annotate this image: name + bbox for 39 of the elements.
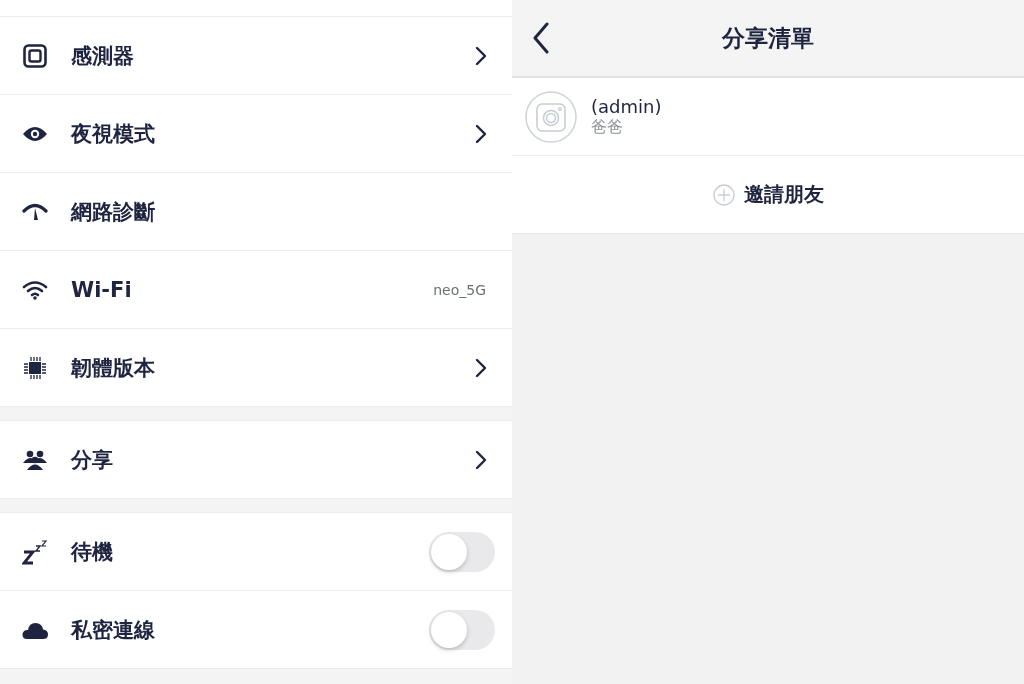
sleep-icon [22, 538, 48, 565]
settings-row[interactable]: 待機 [0, 513, 512, 591]
settings-row[interactable]: 韌體版本 [0, 329, 512, 407]
toggle-switch[interactable] [429, 531, 495, 572]
chevron-right-icon [475, 357, 487, 378]
row-label: 私密連線 [71, 616, 155, 644]
back-icon[interactable] [532, 22, 550, 54]
row-value: neo_5G [433, 281, 486, 298]
chevron-right-icon [475, 45, 487, 66]
settings-row[interactable]: Wi-Fi neo_5G [0, 251, 512, 329]
row-label: Wi-Fi [71, 277, 132, 302]
people-icon [22, 449, 48, 470]
member-name: (admin) [591, 95, 662, 117]
settings-row[interactable]: 夜視模式 [0, 95, 512, 173]
row-label: 分享 [71, 446, 113, 474]
toggle-switch[interactable] [429, 609, 495, 650]
row-label: 夜視模式 [71, 120, 155, 148]
square-icon [23, 43, 47, 68]
wifi-icon [22, 279, 48, 300]
plus-icon [712, 183, 735, 206]
row-label: 待機 [71, 538, 113, 566]
gauge-icon [22, 202, 48, 221]
invite-button[interactable]: 邀請朋友 [706, 177, 830, 212]
page-title: 分享清單 [722, 23, 814, 53]
settings-row[interactable]: 感測器 [0, 17, 512, 95]
chevron-right-icon [475, 449, 487, 470]
row-label: 網路診斷 [71, 198, 155, 226]
cloud-icon [22, 620, 48, 639]
chip-icon [22, 354, 48, 381]
settings-row[interactable]: 私密連線 [0, 591, 512, 669]
settings-row[interactable]: 分享 [0, 421, 512, 499]
member-nickname: 爸爸 [591, 116, 624, 138]
eye-icon [22, 125, 48, 142]
row-label: 韌體版本 [71, 354, 155, 382]
row-label: 感測器 [71, 42, 134, 70]
camera-avatar-icon [525, 90, 577, 143]
chevron-right-icon [475, 123, 487, 144]
settings-row[interactable]: 網路診斷 [0, 173, 512, 251]
member-row[interactable]: (admin) 爸爸 [512, 78, 1024, 156]
